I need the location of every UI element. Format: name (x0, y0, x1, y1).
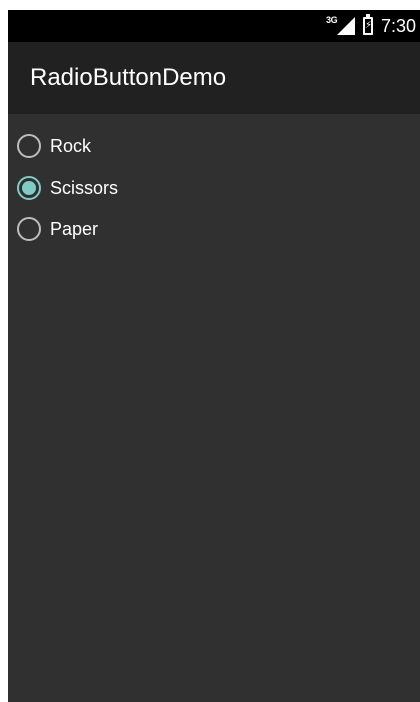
radio-option-paper[interactable]: Paper (8, 209, 420, 249)
radio-option-rock[interactable]: Rock (8, 126, 420, 166)
radio-unchecked-icon[interactable] (17, 134, 41, 158)
radio-unchecked-icon[interactable] (17, 217, 41, 241)
radio-label-rock: Rock (50, 135, 92, 156)
charging-bolt-icon: ⚡ (364, 20, 372, 31)
device-screen: 3G ⚡ 7:30 RadioButtonDemo Rock Scissors … (8, 10, 420, 702)
radio-label-scissors: Scissors (50, 177, 119, 198)
app-bar: RadioButtonDemo (8, 42, 420, 114)
network-type-label: 3G (325, 15, 338, 25)
status-time: 7:30 (380, 15, 416, 36)
radio-option-scissors[interactable]: Scissors (8, 168, 420, 208)
status-icons: 3G ⚡ 7:30 (325, 10, 416, 42)
status-bar: 3G ⚡ 7:30 (8, 10, 420, 42)
app-title: RadioButtonDemo (30, 64, 227, 91)
signal-strength-icon (336, 17, 355, 35)
radio-checked-icon[interactable] (17, 176, 41, 200)
battery-charging-icon: ⚡ (362, 14, 373, 35)
signal-icon: 3G (325, 14, 355, 38)
radio-label-paper: Paper (50, 218, 99, 239)
radio-selected-dot (22, 181, 36, 195)
